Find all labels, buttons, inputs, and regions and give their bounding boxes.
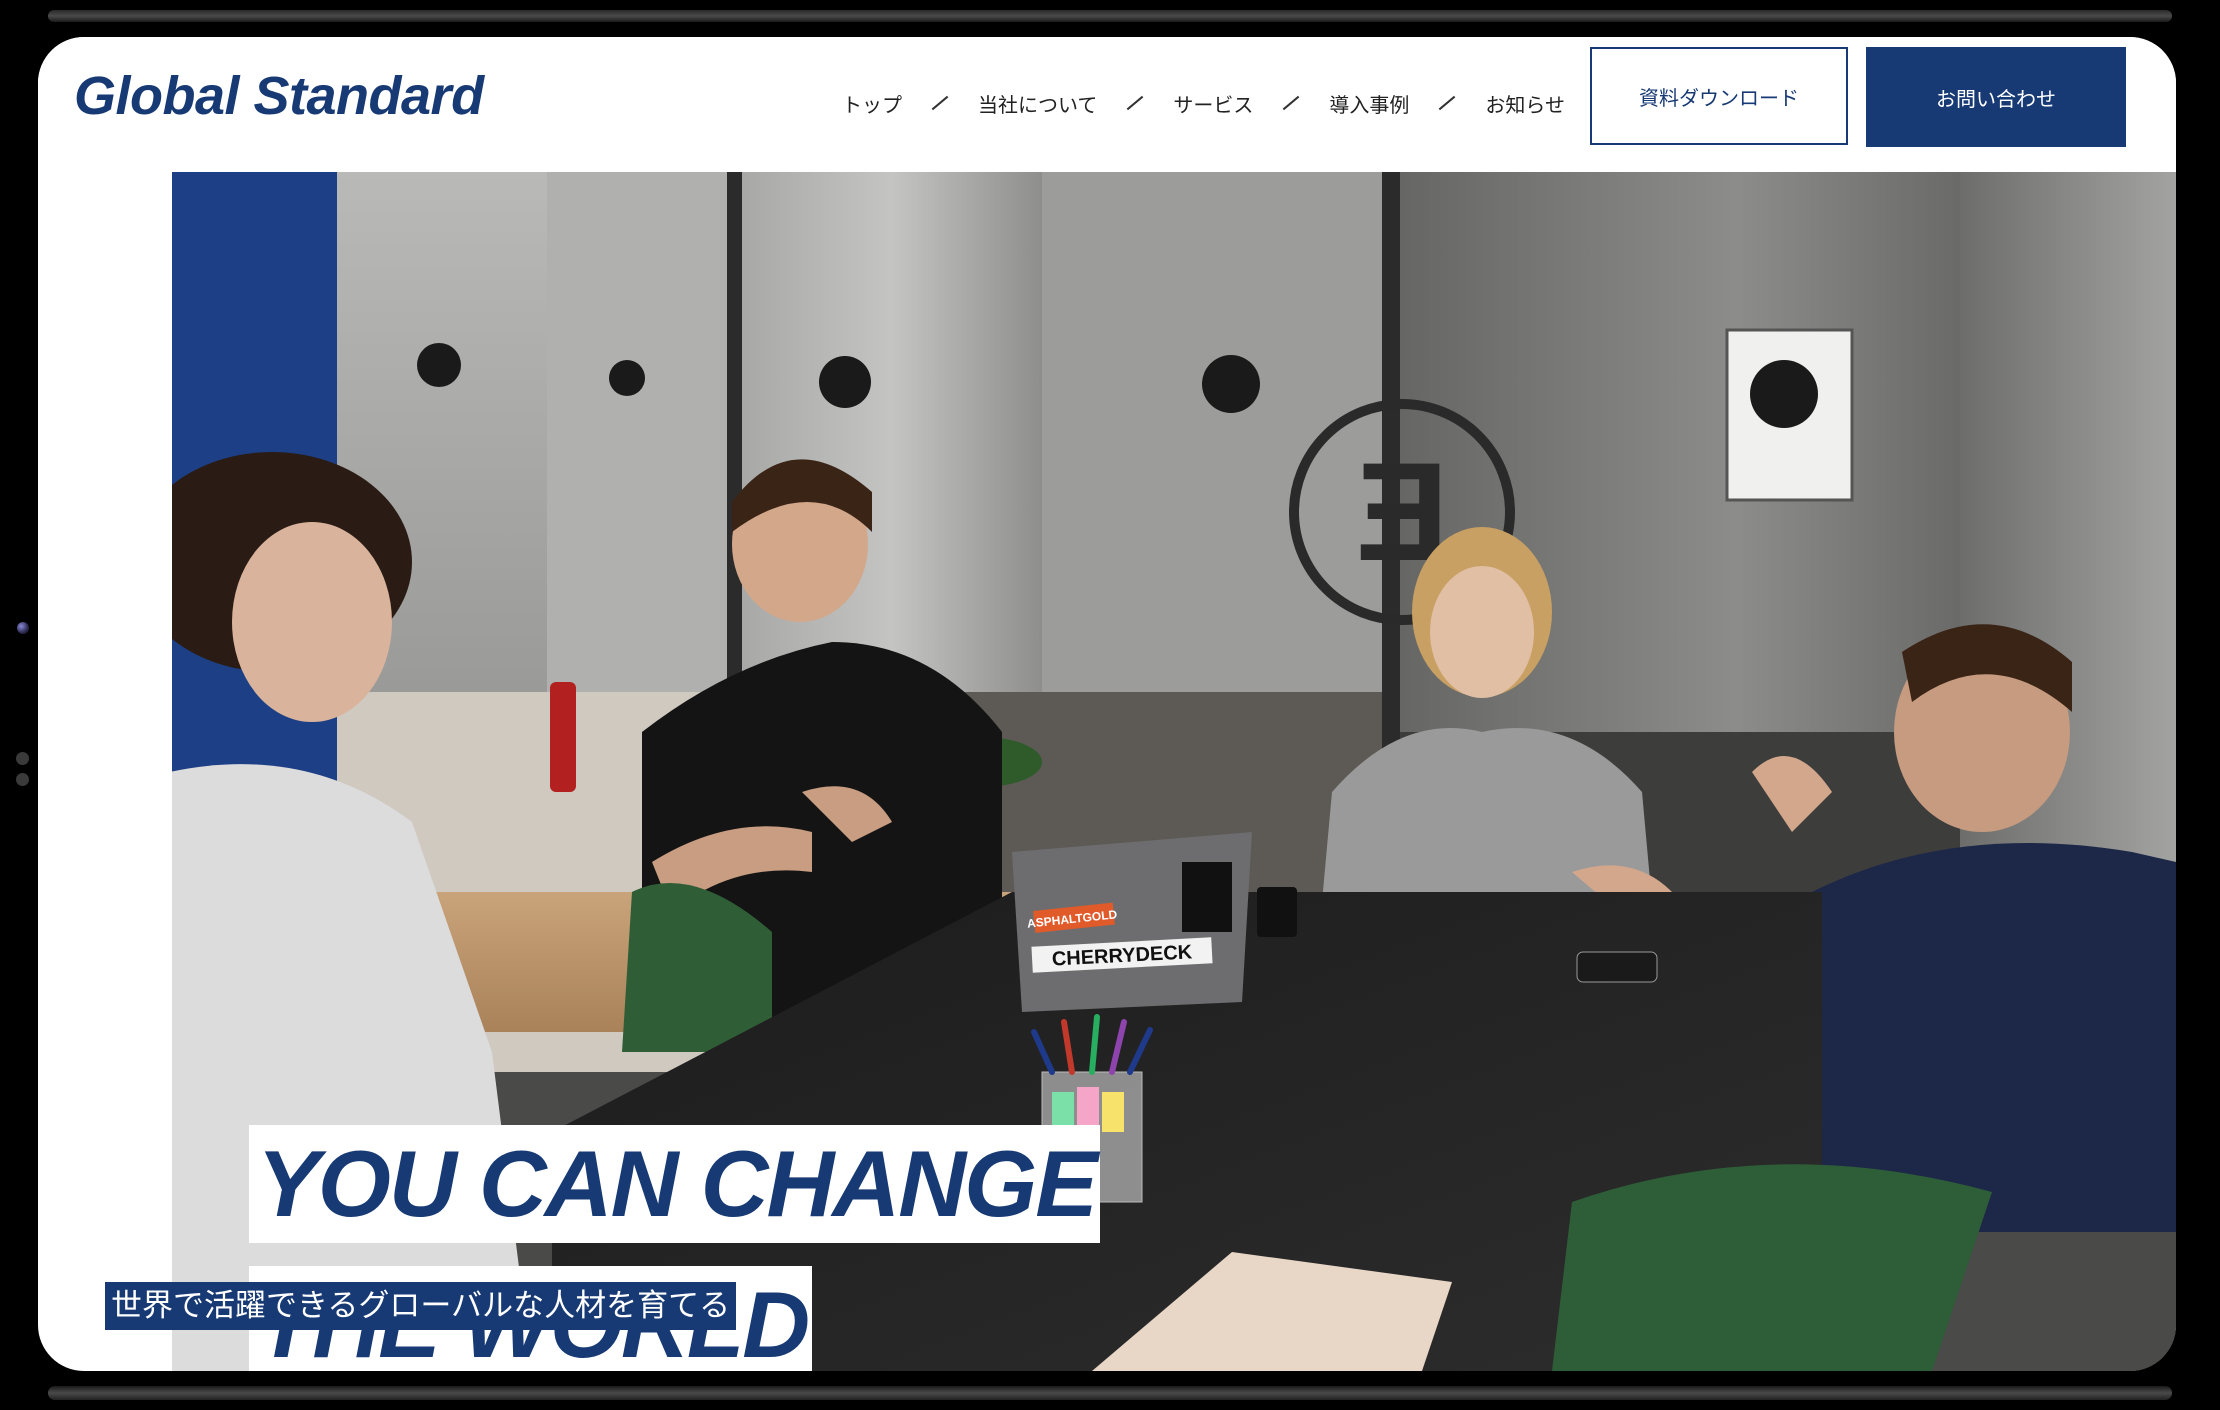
site-header: Global Standard トップ 当社について サービス 導入事例 お知ら…: [38, 37, 2176, 172]
bezel-bottom: [48, 1386, 2172, 1400]
nav-separator: [1439, 95, 1456, 111]
download-materials-button[interactable]: 資料ダウンロード: [1590, 47, 1848, 145]
contact-button[interactable]: お問い合わせ: [1866, 47, 2126, 147]
nav-item-top[interactable]: トップ: [842, 89, 902, 118]
main-nav: トップ 当社について サービス 導入事例 お知らせ: [842, 83, 1565, 123]
nav-item-cases[interactable]: 導入事例: [1329, 89, 1409, 118]
nav-separator: [1127, 95, 1144, 111]
site-logo[interactable]: Global Standard: [74, 65, 484, 127]
nav-item-news[interactable]: お知らせ: [1485, 89, 1565, 118]
tablet-frame: Global Standard トップ 当社について サービス 導入事例 お知ら…: [0, 0, 2220, 1410]
bezel-top: [48, 10, 2172, 22]
hero-section: E CHERRYDECK ASPHALTGOLD YOU CAN CHANGE: [172, 172, 2176, 1371]
nav-separator: [931, 95, 949, 111]
nav-item-about[interactable]: 当社について: [978, 89, 1097, 118]
screen: Global Standard トップ 当社について サービス 導入事例 お知ら…: [38, 37, 2176, 1371]
side-sensor-dot: [16, 773, 29, 786]
side-sensor-dot: [16, 752, 29, 765]
nav-separator: [1283, 95, 1300, 111]
nav-item-services[interactable]: サービス: [1173, 89, 1253, 118]
hero-headline-line1: YOU CAN CHANGE: [249, 1125, 1100, 1243]
hero-subheadline: 世界で活躍できるグローバルな人材を育てる: [105, 1282, 737, 1330]
camera-icon: [17, 622, 29, 634]
